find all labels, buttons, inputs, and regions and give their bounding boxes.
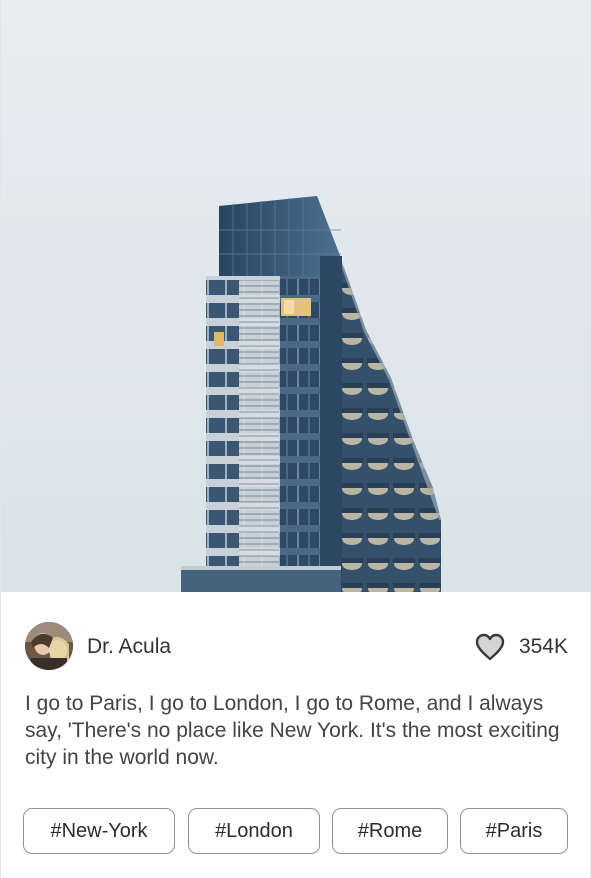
- tag-list: #New-York #London #Rome #Paris: [23, 808, 570, 856]
- post-meta: Dr. Acula 354K: [1, 620, 591, 672]
- author-avatar[interactable]: [25, 622, 73, 670]
- post-card: Dr. Acula 354K I go to Paris, I go to Lo…: [0, 0, 591, 878]
- tag-paris[interactable]: #Paris: [460, 808, 568, 854]
- post-caption: I go to Paris, I go to London, I go to R…: [25, 692, 560, 769]
- heart-icon[interactable]: [475, 633, 505, 661]
- post-photo[interactable]: [1, 0, 591, 592]
- tag-rome[interactable]: #Rome: [332, 808, 448, 854]
- tag-london[interactable]: #London: [188, 808, 320, 854]
- like-count: 354K: [518, 635, 568, 658]
- author-name[interactable]: Dr. Acula: [87, 634, 171, 660]
- likes: 354K: [475, 633, 568, 661]
- tag-new-york[interactable]: #New-York: [23, 808, 175, 854]
